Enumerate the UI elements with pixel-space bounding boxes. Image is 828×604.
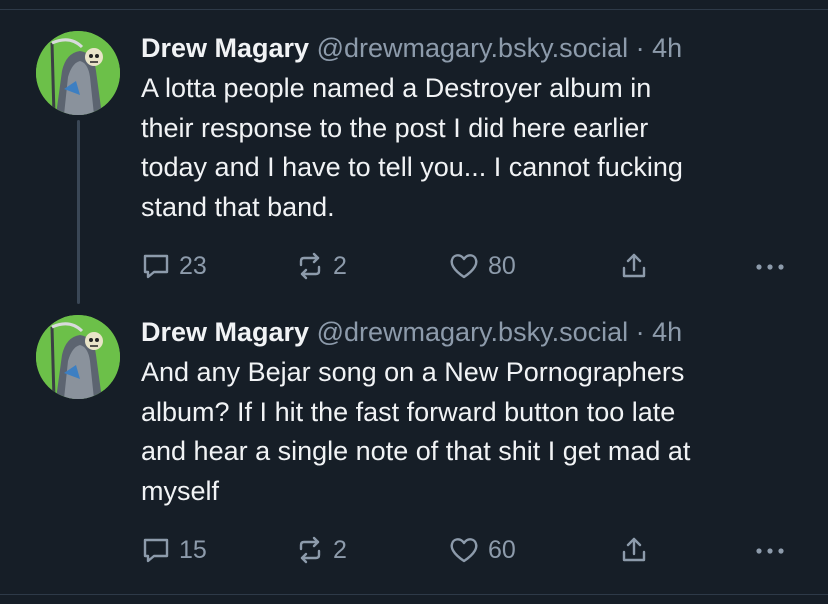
post-text-line: and hear a single note of that shit I ge… (141, 436, 691, 466)
reply-icon (143, 254, 169, 279)
share-icon (622, 537, 646, 562)
avatar[interactable] (36, 31, 120, 115)
like-count: 80 (488, 251, 516, 280)
repost-icon (299, 536, 321, 564)
post-content: Drew Magary @drewmagary.bsky.social · 4h… (141, 315, 801, 511)
more-options-button[interactable] (753, 533, 787, 567)
separator: · (635, 33, 645, 63)
handle[interactable]: @drewmagary.bsky.social (317, 317, 629, 347)
heart-icon (450, 254, 478, 279)
timestamp[interactable]: 4h (652, 317, 682, 347)
post-text-line: A lotta people named a Destroyer album i… (141, 73, 652, 103)
post-text: And any Bejar song on a New Pornographer… (141, 353, 801, 511)
repost-count: 2 (333, 535, 347, 564)
repost-count: 2 (333, 251, 347, 280)
post-text-line: stand that band. (141, 191, 335, 222)
separator: · (635, 317, 645, 347)
repost-icon (299, 252, 321, 280)
grim-reaper-avatar-icon (36, 31, 120, 115)
reply-count: 15 (179, 535, 207, 564)
top-divider (0, 9, 828, 10)
like-count: 60 (488, 535, 516, 564)
post-actions: 23 2 80 (141, 249, 801, 283)
grim-reaper-avatar-icon (36, 315, 120, 399)
repost-button[interactable]: 2 (295, 533, 347, 567)
like-button[interactable]: 60 (448, 533, 516, 567)
bottom-divider (0, 594, 828, 595)
post-header: Drew Magary @drewmagary.bsky.social · 4h (141, 31, 801, 65)
more-options-button[interactable] (753, 249, 787, 283)
reply-count: 23 (179, 251, 207, 280)
repost-button[interactable]: 2 (295, 249, 347, 283)
more-icon (756, 264, 784, 270)
post-text-line: album? If I hit the fast forward button … (141, 396, 676, 427)
like-button[interactable]: 80 (448, 249, 516, 283)
reply-icon (143, 538, 169, 563)
reply-button[interactable]: 23 (141, 249, 207, 283)
avatar[interactable] (36, 315, 120, 399)
display-name[interactable]: Drew Magary (141, 317, 309, 347)
heart-icon (450, 538, 478, 563)
post-text-line: today and I have to tell you... I cannot… (141, 152, 683, 182)
post-text-line: And any Bejar song on a New Pornographer… (141, 357, 685, 387)
reply-button[interactable]: 15 (141, 533, 207, 567)
post-content: Drew Magary @drewmagary.bsky.social · 4h… (141, 31, 801, 227)
share-button[interactable] (619, 533, 649, 567)
display-name[interactable]: Drew Magary (141, 33, 309, 63)
timestamp[interactable]: 4h (652, 33, 682, 63)
post-text-line: myself (141, 475, 220, 506)
share-icon (622, 253, 646, 278)
share-button[interactable] (619, 249, 649, 283)
thread-connector-line (77, 120, 80, 304)
post-header: Drew Magary @drewmagary.bsky.social · 4h (141, 315, 801, 349)
post-text: A lotta people named a Destroyer album i… (141, 69, 801, 227)
post-actions: 15 2 60 (141, 533, 801, 567)
more-icon (756, 548, 784, 554)
post-text-line: their response to the post I did here ea… (141, 112, 649, 143)
handle[interactable]: @drewmagary.bsky.social (317, 33, 629, 63)
